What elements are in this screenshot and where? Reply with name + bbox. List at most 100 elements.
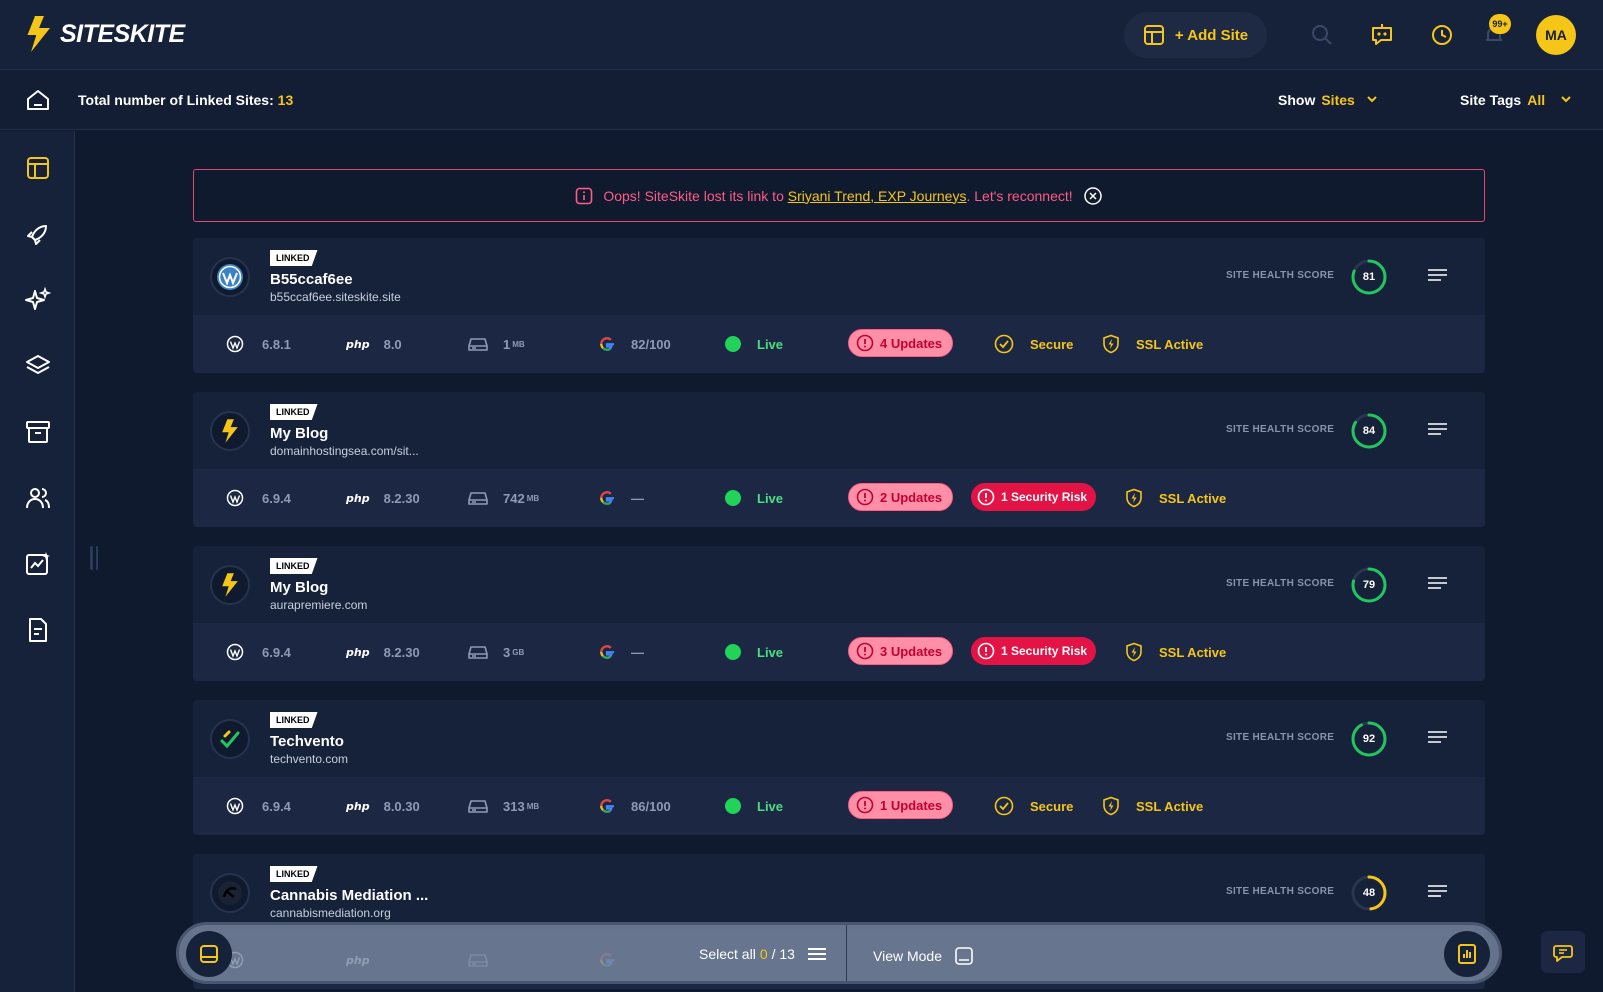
linked-sites-label: Total number of Linked Sites: [78,92,274,108]
google-icon [600,645,614,659]
reconnect-sites-link[interactable]: Sriyani Trend, EXP Journeys [788,188,967,204]
site-name[interactable]: My Blog [270,425,328,442]
site-status-value: Live [757,798,784,814]
home-button[interactable] [24,86,52,119]
updates-button[interactable]: 2 Updates [848,483,954,511]
sidebar-item-dashboard[interactable] [24,154,52,182]
shield-bolt-icon [1103,796,1119,816]
view-mode-label: View Mode [873,948,943,964]
sidebar-resize-handle[interactable] [90,546,98,570]
add-site-button[interactable]: + Add Site [1124,12,1267,58]
sidebar-item-users[interactable] [24,484,52,512]
disk-usage-unit: GB [512,647,525,657]
wordpress-version-value: 6.9.4 [262,644,291,660]
site-card[interactable]: LINKED B55ccaf6ee b55ccaf6ee.siteskite.s… [193,238,1485,373]
site-card-header: LINKED Techvento techvento.com SITE HEAL… [193,700,1485,777]
user-avatar[interactable]: MA [1536,15,1576,55]
site-status: Live [725,623,783,681]
menu-icon[interactable] [1428,884,1448,900]
chat-icon [1553,945,1573,962]
alert-circle-icon [977,488,995,506]
site-name[interactable]: Techvento [270,733,344,750]
menu-icon[interactable] [1428,422,1448,438]
sidebar-item-layers[interactable] [24,352,52,380]
sidebar-item-ai[interactable] [24,286,52,314]
php-version-value: 8.0.30 [383,798,420,814]
alert-circle-icon [856,796,874,814]
alert-circle-icon [856,488,874,506]
support-chat-button[interactable] [1541,931,1585,973]
site-url[interactable]: domainhostingsea.com/sit... [270,444,419,458]
site-status-value: Live [757,336,784,352]
list-icon [807,948,826,960]
updates-button[interactable]: 4 Updates [848,329,954,357]
site-name[interactable]: My Blog [270,579,328,596]
updates-button[interactable]: 3 Updates [848,637,954,665]
secure-status-value: Secure [1030,336,1074,352]
chevron-down-icon [1561,96,1571,103]
sidebar-item-launch[interactable] [24,220,52,248]
bulk-actions-bar: Select all 0 / 13 View Mode [176,922,1502,984]
site-name[interactable]: Cannabis Mediation ... [270,887,428,904]
google-icon [600,337,614,351]
wordpress-version: 6.9.4 [226,777,291,835]
alert-circle-icon [977,642,995,660]
sidebar-item-reports[interactable] [24,550,52,578]
history-button[interactable] [1428,21,1456,49]
health-score-value: 81 [1362,271,1376,283]
updates-count: 1 Updates [880,797,943,813]
add-site-label: + Add Site [1174,26,1249,44]
wordpress-version: 6.9.4 [226,623,291,681]
cannabis-logo-icon [218,881,242,905]
site-card[interactable]: LINKED My Blog domainhostingsea.com/sit.… [193,392,1485,527]
ssl-status-value: SSL Active [1159,644,1227,660]
site-name[interactable]: B55ccaf6ee [270,271,353,288]
live-status-dot [725,798,741,814]
site-card[interactable]: LINKED My Blog aurapremiere.com SITE HEA… [193,546,1485,681]
shield-bolt-icon [1103,334,1119,354]
close-icon[interactable] [1083,186,1103,206]
security-risk-button[interactable]: 1 Security Risk [971,637,1097,665]
security-risk-label: 1 Security Risk [1001,490,1088,504]
google-score-value: 86/100 [631,798,671,814]
site-logo [210,411,250,451]
view-mode-icon [955,947,973,965]
sidebar-item-archive[interactable] [24,418,52,446]
site-url[interactable]: b55ccaf6ee.siteskite.site [270,290,401,304]
site-url[interactable]: aurapremiere.com [270,598,367,612]
site-url[interactable]: techvento.com [270,752,348,766]
view-mode-toggle[interactable]: View Mode [873,946,974,966]
disconnected-sites-alert: Oops! SiteSkite lost its link to Sriyani… [193,169,1485,222]
select-all-control[interactable]: Select all 0 / 13 [699,946,827,962]
updates-count: 3 Updates [880,643,943,659]
site-card-header: LINKED My Blog aurapremiere.com SITE HEA… [193,546,1485,623]
toggle-panel-button[interactable] [186,931,232,977]
wordpress-icon [226,643,244,661]
security-risk-button[interactable]: 1 Security Risk [971,483,1097,511]
layers-icon [26,355,50,374]
sidebar-item-notes[interactable] [24,616,52,644]
health-score-value: 79 [1362,579,1376,591]
updates-button[interactable]: 1 Updates [848,791,954,819]
siteskite-logo[interactable]: SITESKITE [22,14,185,54]
report-image-icon [26,552,50,575]
disk-usage: 3 GB [468,623,524,681]
menu-icon[interactable] [1428,576,1448,592]
google-score-value: 82/100 [631,336,671,352]
show-filter-dropdown[interactable]: Show Sites [1278,92,1383,108]
ai-assistant-button[interactable] [1368,21,1396,49]
site-card[interactable]: LINKED Techvento techvento.com SITE HEAL… [193,700,1485,835]
php-icon: php [346,337,370,351]
wordpress-icon [226,489,244,507]
analytics-button[interactable] [1444,931,1490,977]
search-button[interactable] [1308,21,1336,49]
menu-icon[interactable] [1428,730,1448,746]
search-icon [1312,25,1332,45]
google-score-value: — [631,644,644,660]
site-tags-label: Site Tags [1460,92,1522,108]
php-icon: php [346,491,370,505]
site-url[interactable]: cannabismediation.org [270,906,391,920]
site-status: Live [725,315,783,373]
site-tags-dropdown[interactable]: Site Tags All [1460,92,1577,108]
menu-icon[interactable] [1428,268,1448,284]
